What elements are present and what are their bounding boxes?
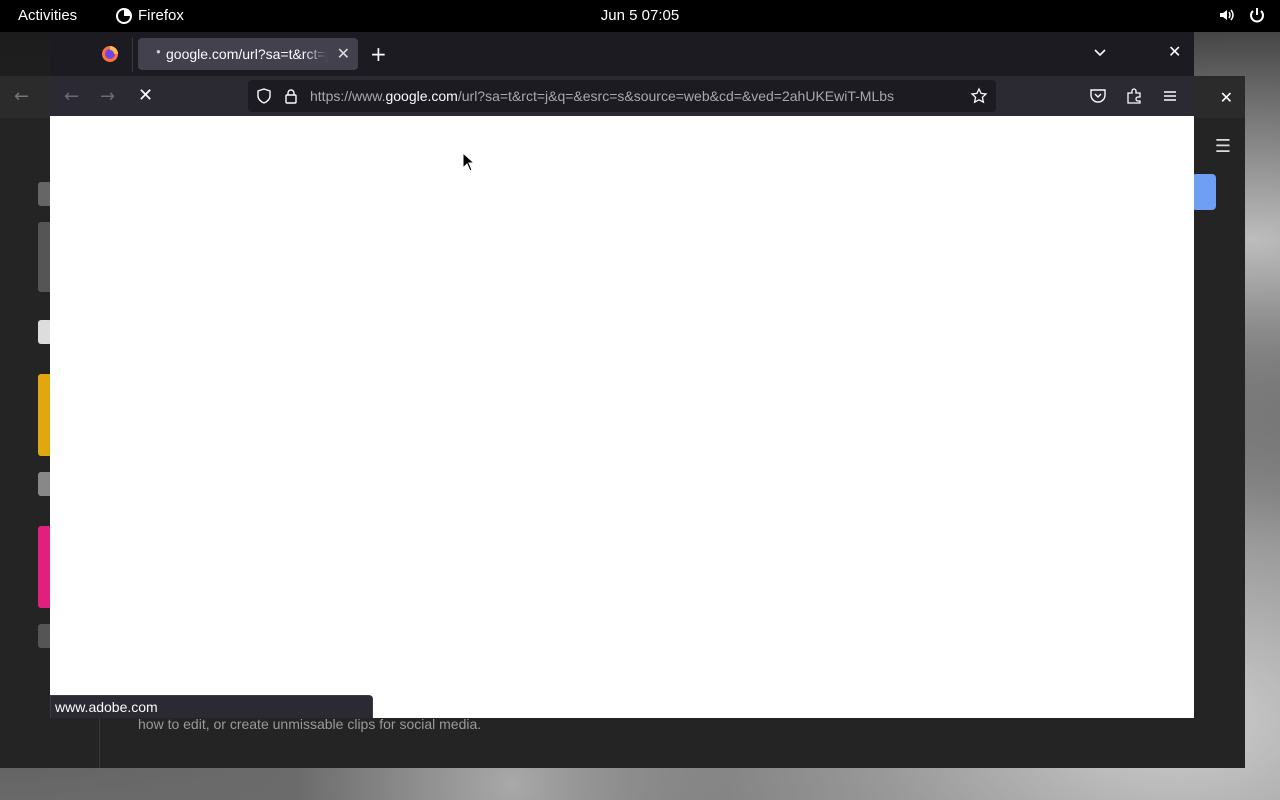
tab-close-icon[interactable]: ✕ bbox=[337, 44, 350, 64]
firefox-icon bbox=[116, 7, 132, 24]
list-all-tabs-icon[interactable] bbox=[1092, 44, 1108, 60]
top-bar: Activities Firefox Jun 5 07:05 bbox=[0, 0, 1280, 32]
url-prefix: https://www. bbox=[310, 88, 386, 104]
tab-bar: ● google.com/url?sa=t&rct=j&q=&esrc=s ✕ … bbox=[50, 32, 1194, 76]
background-close-icon[interactable]: ✕ bbox=[1220, 88, 1233, 107]
system-tray[interactable] bbox=[1218, 6, 1266, 24]
pocket-icon[interactable] bbox=[1089, 87, 1107, 105]
activities-button[interactable]: Activities bbox=[18, 7, 77, 24]
tab-active[interactable]: ● google.com/url?sa=t&rct=j&q=&esrc=s ✕ bbox=[138, 38, 358, 70]
page-content[interactable] bbox=[50, 116, 1194, 718]
volume-icon[interactable] bbox=[1218, 6, 1236, 24]
background-back-icon: ← bbox=[14, 86, 30, 107]
background-menu-icon[interactable]: ☰ bbox=[1215, 136, 1231, 157]
nav-bar: ← → ✕ https://www.google.com/url?sa=t&rc… bbox=[50, 76, 1194, 116]
bookmark-star-icon[interactable] bbox=[970, 87, 988, 105]
url-bar[interactable]: https://www.google.com/url?sa=t&rct=j&q=… bbox=[248, 80, 996, 112]
tab-title: google.com/url?sa=t&rct=j&q=&esrc=s bbox=[166, 46, 328, 62]
app-menu-button[interactable]: Firefox bbox=[116, 7, 184, 24]
firefox-view-icon[interactable] bbox=[100, 44, 120, 64]
tab-separator bbox=[132, 38, 133, 72]
mouse-cursor-icon bbox=[462, 152, 476, 172]
power-icon[interactable] bbox=[1248, 6, 1266, 24]
back-button[interactable]: ← bbox=[64, 86, 79, 107]
window-close-button[interactable]: ✕ bbox=[1168, 42, 1181, 61]
background-snippet-text: how to edit, or create unmissable clips … bbox=[138, 716, 482, 732]
tracking-protection-icon[interactable] bbox=[256, 88, 272, 104]
forward-button[interactable]: → bbox=[100, 86, 115, 107]
clock[interactable]: Jun 5 07:05 bbox=[601, 7, 679, 24]
new-tab-button[interactable]: + bbox=[370, 42, 387, 66]
url-domain: google.com bbox=[385, 88, 458, 104]
tab-loading-indicator: ● bbox=[156, 47, 161, 56]
firefox-window: ● google.com/url?sa=t&rct=j&q=&esrc=s ✕ … bbox=[50, 32, 1194, 718]
app-name: Firefox bbox=[138, 7, 184, 24]
link-status-bar: www.adobe.com bbox=[50, 695, 373, 718]
url-text[interactable]: https://www.google.com/url?sa=t&rct=j&q=… bbox=[310, 88, 960, 104]
url-path: /url?sa=t&rct=j&q=&esrc=s&source=web&cd=… bbox=[457, 88, 895, 104]
stop-loading-button[interactable]: ✕ bbox=[138, 85, 153, 106]
app-menu-icon[interactable] bbox=[1161, 87, 1179, 105]
lock-icon[interactable] bbox=[284, 88, 298, 104]
status-text: www.adobe.com bbox=[55, 699, 158, 715]
background-blue-button[interactable] bbox=[1192, 174, 1216, 210]
extensions-icon[interactable] bbox=[1125, 87, 1143, 105]
